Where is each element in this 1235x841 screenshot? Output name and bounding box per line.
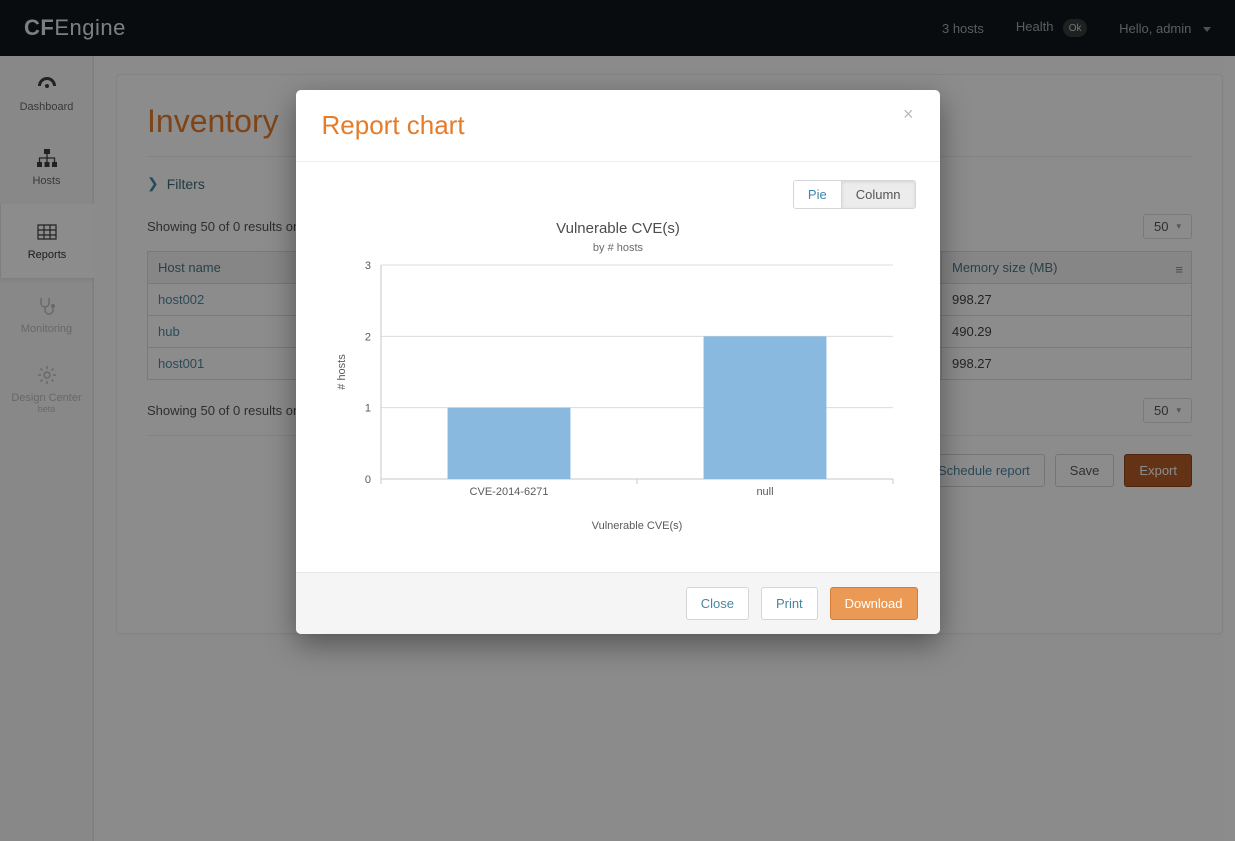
svg-text:# hosts: # hosts [336,354,348,390]
report-chart-modal: Report chart × Pie Column Vulnerable CVE… [296,90,940,634]
svg-text:2: 2 [364,331,370,343]
chart-type-switch: Pie Column [793,180,916,209]
chart-container: Vulnerable CVE(s) by # hosts 0 1 2 3 CVE-2014-… [320,209,916,535]
modal-header: Report chart × [296,90,940,162]
svg-text:3: 3 [364,260,370,272]
close-button[interactable]: Close [686,587,749,620]
column-chart: Vulnerable CVE(s) by # hosts 0 1 2 3 CVE-2014-… [323,215,913,535]
download-button[interactable]: Download [830,587,918,620]
svg-text:by # hosts: by # hosts [592,242,643,254]
svg-text:CVE-2014-6271: CVE-2014-6271 [469,486,548,498]
modal-footer: Close Print Download [296,572,940,634]
close-icon[interactable]: × [903,104,914,125]
modal-body: Pie Column Vulnerable CVE(s) by # hosts 0 1… [296,162,940,572]
svg-text:0: 0 [364,474,370,486]
modal-title: Report chart [322,110,465,141]
print-button[interactable]: Print [761,587,818,620]
svg-text:Vulnerable CVE(s): Vulnerable CVE(s) [591,520,682,532]
svg-text:Vulnerable CVE(s): Vulnerable CVE(s) [556,220,680,237]
svg-text:1: 1 [364,403,370,415]
chart-type-pie[interactable]: Pie [794,181,841,208]
svg-text:null: null [756,486,773,498]
modal-overlay[interactable]: Report chart × Pie Column Vulnerable CVE… [0,0,1235,841]
chart-type-column[interactable]: Column [841,181,915,208]
